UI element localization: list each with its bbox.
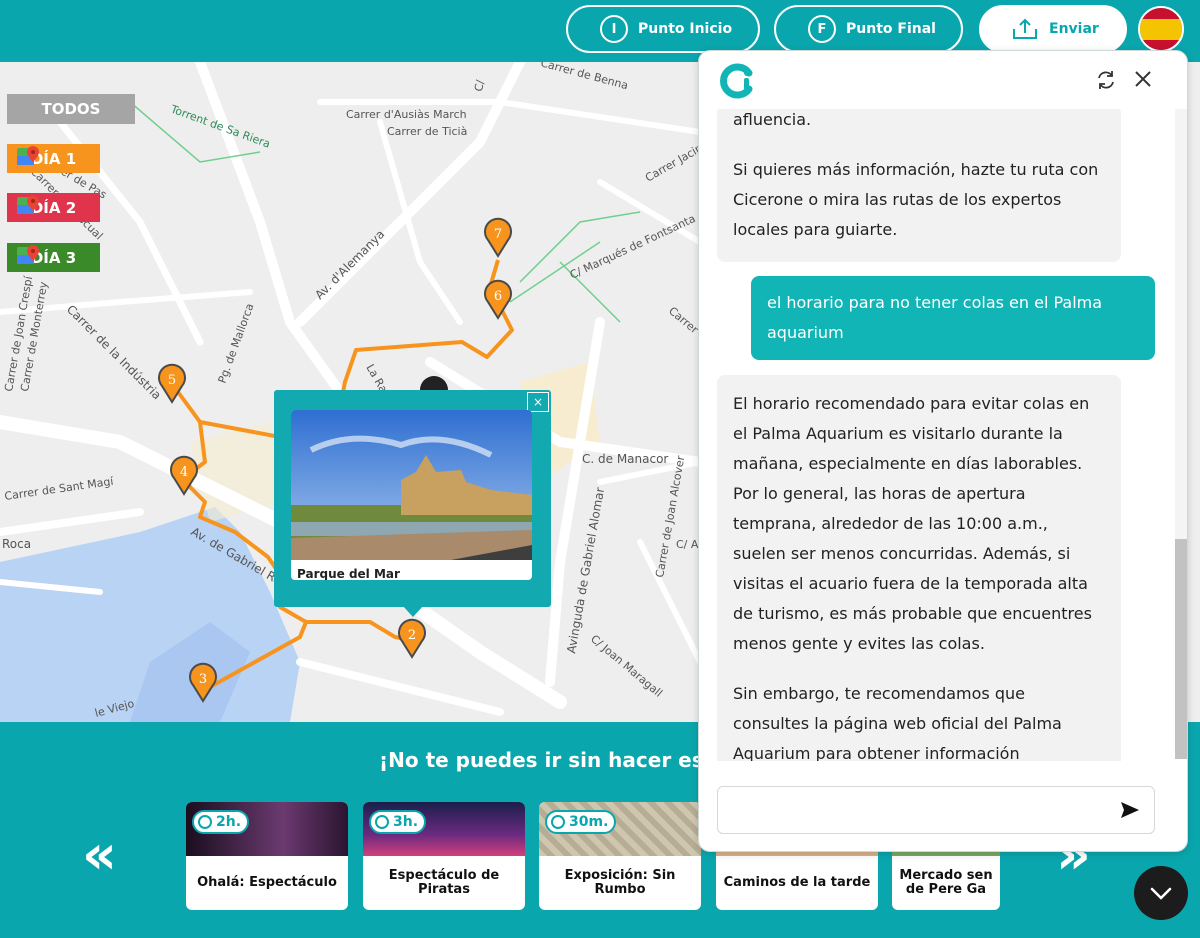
google-maps-icon[interactable]	[16, 193, 40, 217]
activity-card[interactable]: 2h. Ohalá: Espectáculo	[186, 802, 348, 910]
carousel-prev-button[interactable]: «	[82, 828, 117, 882]
route-marker-3[interactable]: 3	[199, 672, 207, 687]
street-label: Carrer de Benna	[539, 62, 629, 92]
street-label: Carrer de la Indústria	[64, 302, 164, 402]
activity-card[interactable]: 30m. Exposición: Sin Rumbo	[539, 802, 701, 910]
refresh-icon[interactable]	[1095, 69, 1117, 91]
route-marker-2[interactable]: 2	[408, 628, 416, 643]
popup-card[interactable]: Parque del Mar	[291, 410, 532, 580]
chevron-down-icon	[1150, 887, 1172, 900]
start-letter-icon: I	[600, 15, 628, 43]
street-label: C/ A	[676, 538, 699, 551]
message-text: El horario recomendado para evitar colas…	[733, 394, 1092, 653]
chat-input[interactable]	[717, 786, 1155, 834]
message-text: Si quieres más información, hazte tu rut…	[733, 160, 1099, 239]
activity-image: 3h.	[363, 802, 525, 856]
activity-card[interactable]: 3h. Espectáculo de Piratas	[363, 802, 525, 910]
location-photo	[291, 410, 532, 560]
chat-header	[699, 51, 1187, 109]
send-button[interactable]: Enviar	[979, 5, 1127, 53]
start-point-label: Punto Inicio	[638, 21, 733, 37]
day-1-row: DÍA 1	[7, 144, 135, 173]
street-label: C/ Joan Maragall	[588, 632, 665, 699]
clock-icon	[198, 815, 212, 829]
clock-icon	[375, 815, 389, 829]
close-icon[interactable]	[1131, 67, 1155, 91]
popup-close-button[interactable]: ×	[527, 392, 549, 412]
google-maps-icon[interactable]	[16, 144, 40, 168]
street-label: C. de Manacor	[582, 452, 668, 466]
chat-panel: afluencia. Si quieres más información, h…	[698, 50, 1188, 852]
street-label: Pg. de Mallorca	[216, 302, 257, 385]
activity-image: 2h.	[186, 802, 348, 856]
duration-badge: 30m.	[545, 810, 617, 834]
upload-icon	[1013, 18, 1037, 39]
street-label: Roca	[2, 537, 31, 551]
route-marker-6[interactable]: 6	[494, 289, 502, 304]
popup-title: Parque del Mar	[297, 567, 400, 580]
google-maps-icon[interactable]	[16, 243, 40, 267]
street-label: Carrer de Ticià	[387, 125, 467, 138]
activity-image: 30m.	[539, 802, 701, 856]
route-marker-7[interactable]: 7	[494, 227, 502, 242]
activity-title: Mercado sen de Pere Ga	[899, 868, 993, 897]
day-2-row: DÍA 2	[7, 193, 135, 222]
street-label: C/	[472, 79, 487, 93]
activity-title: Espectáculo de Piratas	[388, 868, 500, 897]
location-popup: × Parque del Mar	[274, 390, 551, 617]
route-marker-5[interactable]: 5	[168, 373, 176, 388]
activity-title: Caminos de la tarde	[723, 875, 871, 890]
day-3-row: DÍA 3	[7, 243, 135, 272]
street-label: Av. d'Alemanya	[312, 227, 387, 302]
activity-title: Ohalá: Espectáculo	[197, 875, 337, 890]
activities-heading: ¡No te puedes ir sin hacer esto	[379, 748, 727, 772]
user-message: el horario para no tener colas en el Pal…	[751, 276, 1155, 360]
bot-message: El horario recomendado para evitar colas…	[717, 375, 1121, 761]
chat-scrollbar[interactable]	[1175, 109, 1187, 759]
route-marker-4[interactable]: 4	[180, 465, 188, 480]
spain-flag-icon[interactable]	[1138, 6, 1184, 52]
clock-icon	[551, 815, 565, 829]
chat-messages: afluencia. Si quieres más información, h…	[699, 109, 1187, 761]
message-text: el horario para no tener colas en el Pal…	[767, 293, 1103, 342]
street-label: Carrer d'Ausiàs March	[346, 108, 467, 121]
send-label: Enviar	[1049, 21, 1099, 37]
street-label: C/ Marqués de Fontsanta	[568, 212, 698, 282]
message-text: Sin embargo, te recomendamos que consult…	[733, 684, 1062, 761]
start-point-button[interactable]: I Punto Inicio	[566, 5, 760, 53]
cicerone-logo-icon	[720, 63, 753, 99]
end-point-label: Punto Final	[846, 21, 936, 37]
duration-badge: 2h.	[192, 810, 250, 834]
activity-title: Exposición: Sin Rumbo	[564, 868, 676, 897]
end-point-button[interactable]: F Punto Final	[774, 5, 963, 53]
street-label: Carrer de Sant Magí	[4, 475, 116, 503]
duration-badge: 3h.	[369, 810, 427, 834]
collapse-chat-button[interactable]	[1134, 866, 1188, 920]
filter-all-button[interactable]: TODOS	[7, 94, 135, 124]
send-message-icon[interactable]	[1119, 799, 1141, 821]
bot-message: afluencia. Si quieres más información, h…	[717, 109, 1121, 262]
end-letter-icon: F	[808, 15, 836, 43]
message-text: afluencia.	[733, 110, 812, 129]
